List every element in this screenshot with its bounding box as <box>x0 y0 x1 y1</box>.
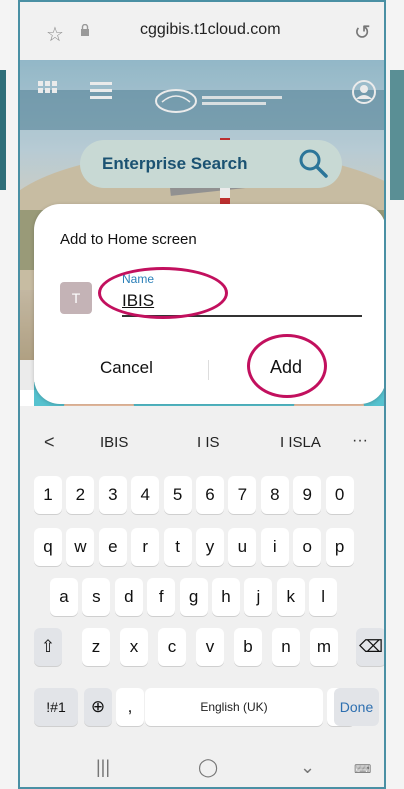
key-3[interactable]: 3 <box>98 476 127 514</box>
key-5[interactable]: 5 <box>163 476 192 514</box>
key-n[interactable]: n <box>272 628 300 666</box>
home-icon[interactable]: ◯ <box>198 757 218 778</box>
symbols-key[interactable]: !#1 <box>34 688 78 726</box>
key-b[interactable]: b <box>234 628 262 666</box>
adjacent-screenshot-right <box>386 0 404 789</box>
button-divider <box>208 360 209 380</box>
recent-apps-icon[interactable]: ||| <box>96 757 110 778</box>
url-text[interactable]: cggibis.t1cloud.com <box>140 21 281 39</box>
key-4[interactable]: 4 <box>131 476 160 514</box>
key-c[interactable]: c <box>158 628 186 666</box>
key-8[interactable]: 8 <box>260 476 289 514</box>
chevron-down-icon[interactable]: ⌄ <box>300 757 315 778</box>
key-y[interactable]: y <box>196 528 224 566</box>
browser-address-bar: ☆ cggibis.t1cloud.com ↺ <box>20 2 384 60</box>
done-key[interactable]: Done <box>334 688 379 726</box>
lock-icon <box>81 24 89 36</box>
bookmark-star-icon[interactable]: ☆ <box>46 22 64 47</box>
annotation-circle-add <box>247 334 327 398</box>
key-o[interactable]: o <box>293 528 322 566</box>
key-m[interactable]: m <box>310 628 338 666</box>
key-6[interactable]: 6 <box>196 476 224 514</box>
more-options-icon[interactable]: ··· <box>352 432 368 450</box>
key-s[interactable]: s <box>82 578 111 616</box>
cancel-button[interactable]: Cancel <box>100 358 153 378</box>
backspace-key[interactable]: ⌫ <box>356 628 384 666</box>
shift-key[interactable]: ⇧ <box>34 628 62 666</box>
dialog-title: Add to Home screen <box>60 231 197 248</box>
suggestion-1[interactable]: IBIS <box>100 434 128 451</box>
suggestion-2[interactable]: I IS <box>197 434 220 451</box>
phone-screen: ☆ cggibis.t1cloud.com ↺ Enterprise Searc… <box>18 0 386 789</box>
key-d[interactable]: d <box>114 578 143 616</box>
suggestion-3[interactable]: I ISLA <box>280 434 321 451</box>
key-k[interactable]: k <box>276 578 305 616</box>
chevron-left-icon[interactable]: < <box>44 432 55 453</box>
key-t[interactable]: t <box>163 528 192 566</box>
key-i[interactable]: i <box>260 528 289 566</box>
key-x[interactable]: x <box>120 628 148 666</box>
key-z[interactable]: z <box>82 628 110 666</box>
key-r[interactable]: r <box>131 528 160 566</box>
key-u[interactable]: u <box>228 528 257 566</box>
key-l[interactable]: l <box>309 578 338 616</box>
annotation-circle-name <box>98 267 228 319</box>
space-key[interactable]: English (UK) <box>145 688 323 726</box>
key-e[interactable]: e <box>98 528 127 566</box>
key-j[interactable]: j <box>244 578 273 616</box>
key-0[interactable]: 0 <box>325 476 354 514</box>
key-v[interactable]: v <box>196 628 224 666</box>
key-h[interactable]: h <box>212 578 240 616</box>
key-w[interactable]: w <box>66 528 95 566</box>
app-icon-tile: T <box>60 282 92 314</box>
key-2[interactable]: 2 <box>66 476 95 514</box>
key-g[interactable]: g <box>179 578 208 616</box>
key-f[interactable]: f <box>147 578 176 616</box>
globe-icon[interactable]: ⊕ <box>84 688 112 726</box>
comma-key[interactable]: , <box>116 688 144 726</box>
reload-icon[interactable]: ↺ <box>354 20 371 45</box>
adjacent-screenshot-left <box>0 0 18 789</box>
key-p[interactable]: p <box>325 528 354 566</box>
keyboard-switch-icon[interactable]: ⌨ <box>354 762 371 776</box>
key-a[interactable]: a <box>50 578 78 616</box>
key-1[interactable]: 1 <box>34 476 62 514</box>
key-9[interactable]: 9 <box>293 476 322 514</box>
key-7[interactable]: 7 <box>228 476 257 514</box>
key-q[interactable]: q <box>34 528 62 566</box>
